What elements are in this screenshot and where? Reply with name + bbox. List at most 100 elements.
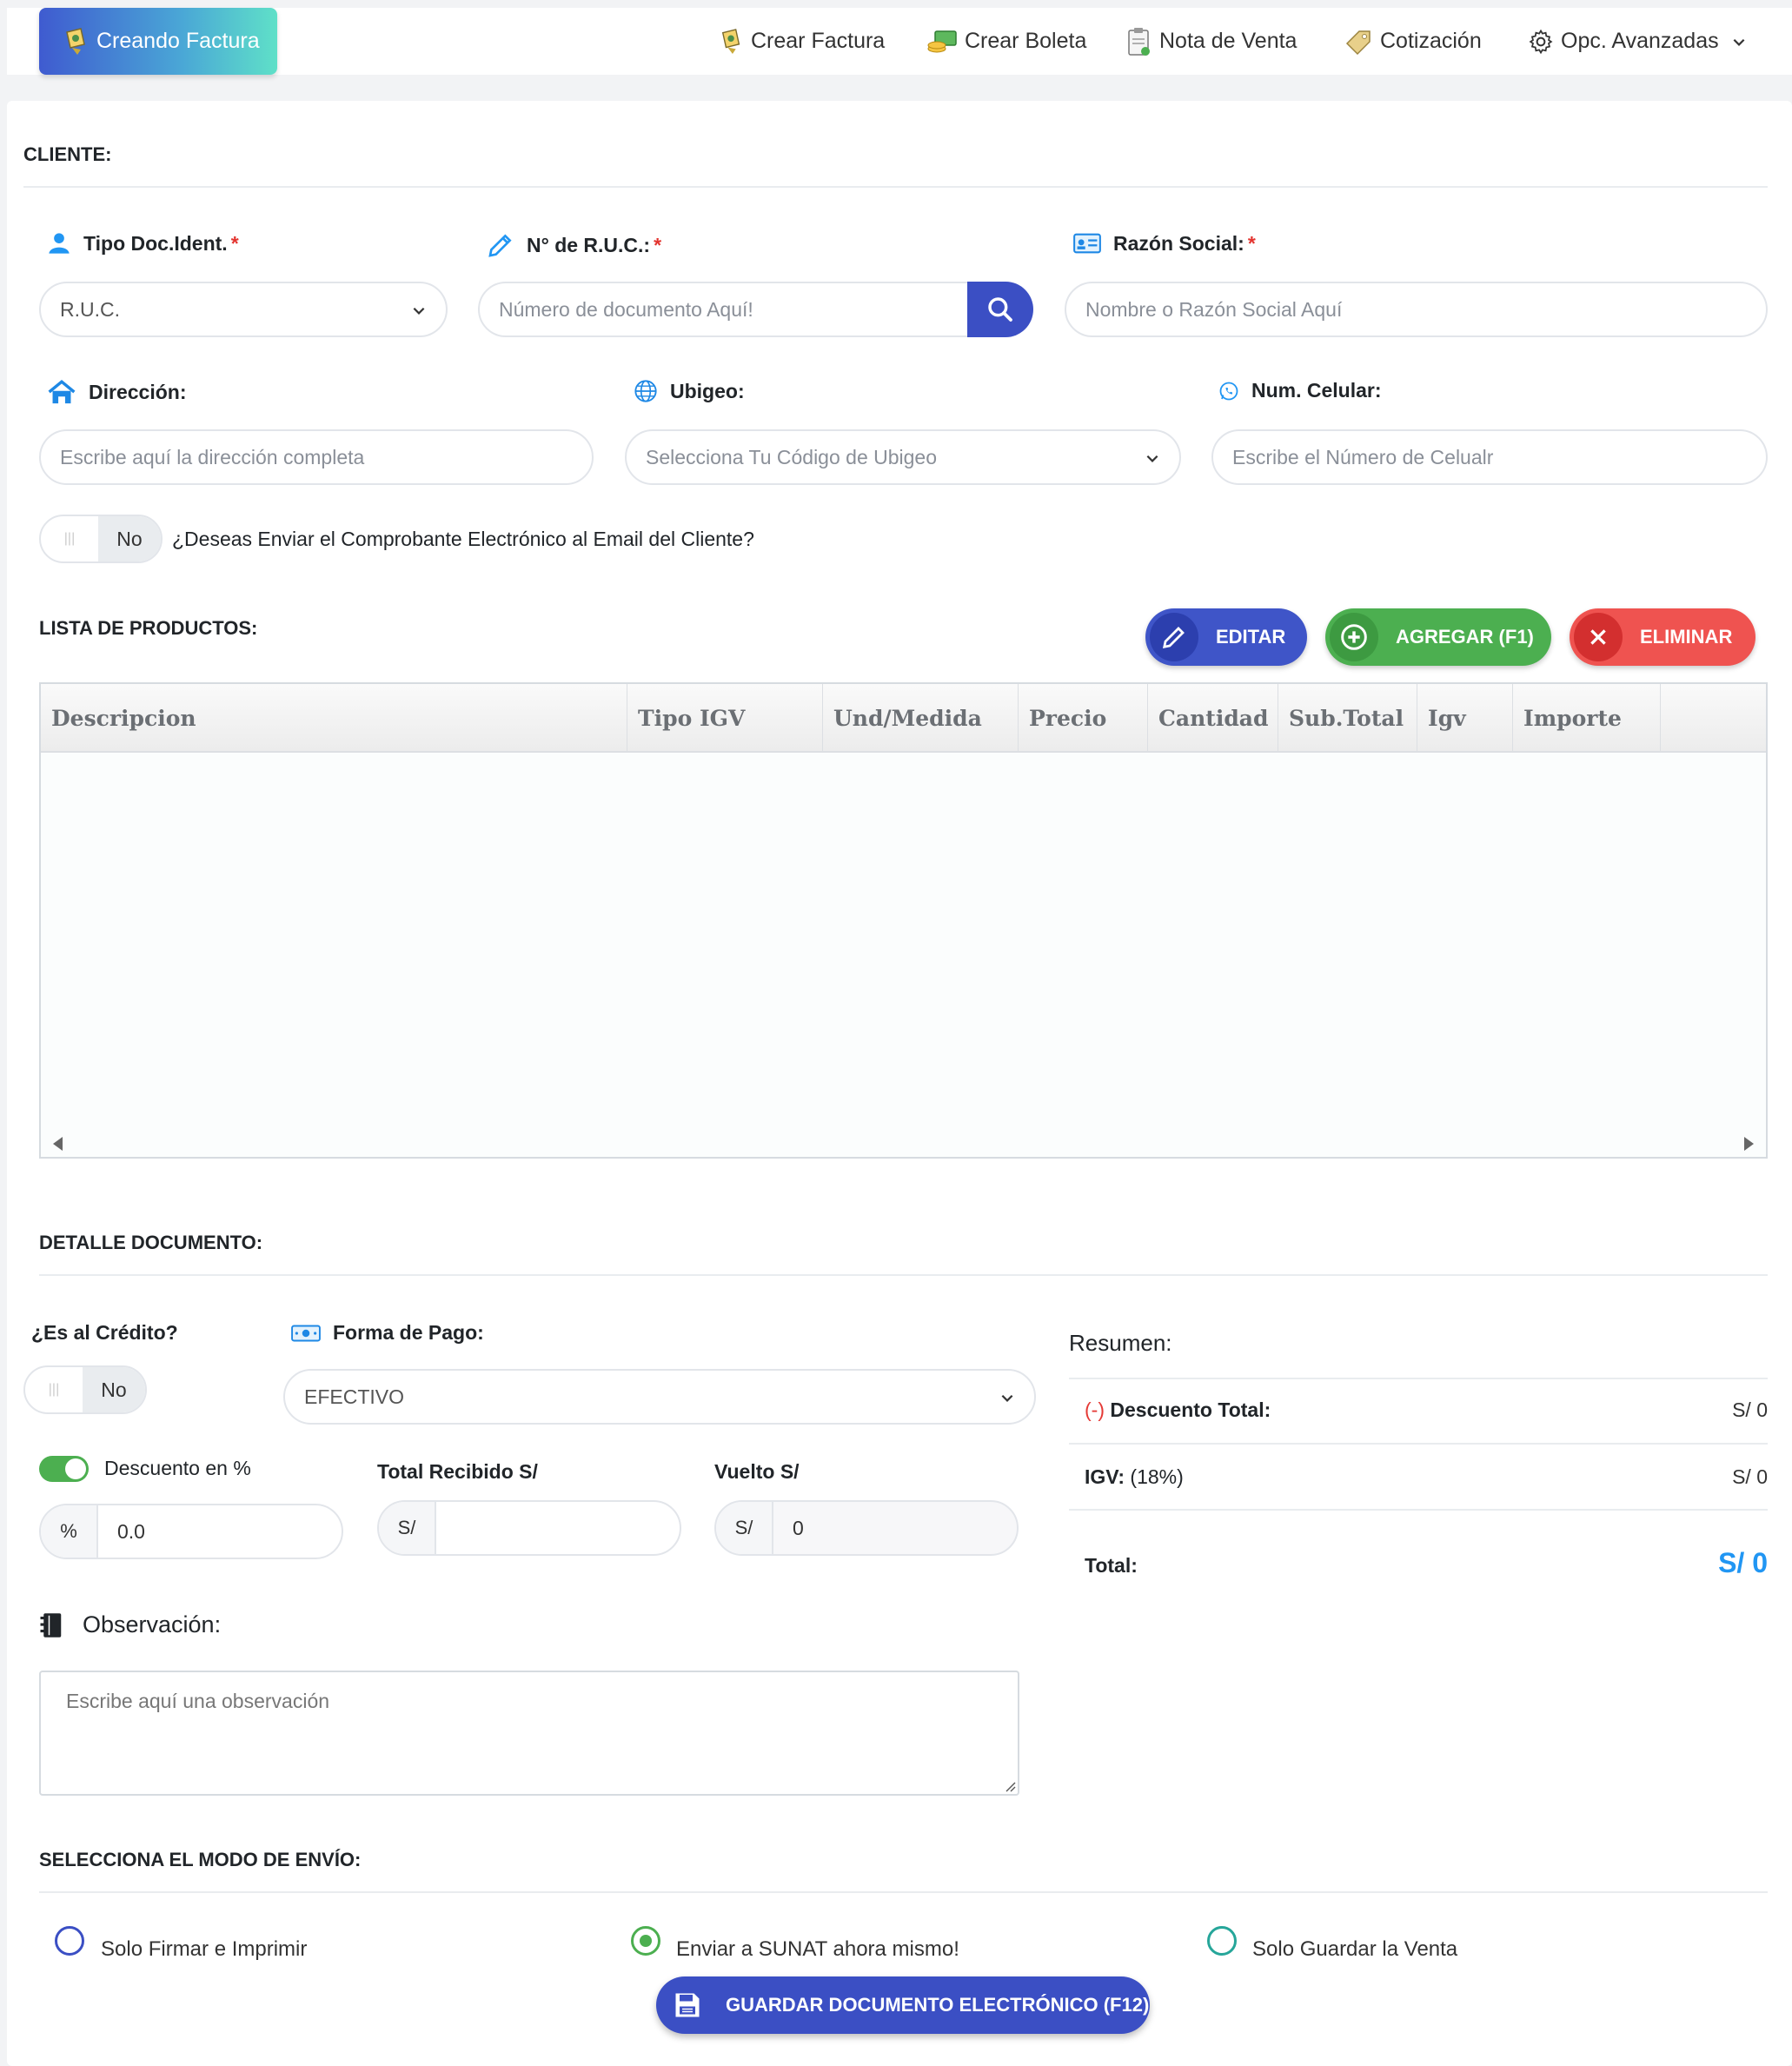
top-navbar: Creando Factura Crear Factura Crear Bole…: [7, 8, 1792, 75]
radio-firmar-imprimir[interactable]: [55, 1926, 84, 1956]
nav-cotizacion-label: Cotización: [1380, 29, 1482, 53]
direccion-label: Dirección:: [47, 379, 186, 405]
email-question: ¿Deseas Enviar el Comprobante Electrónic…: [172, 528, 754, 550]
nav-opc-avanzadas[interactable]: Opc. Avanzadas: [1528, 8, 1754, 75]
chevron-down-icon: [413, 307, 425, 315]
radio-solo-guardar[interactable]: [1207, 1926, 1237, 1956]
envio-title: SELECCIONA EL MODO DE ENVÍO:: [39, 1849, 362, 1870]
invoice-icon: [63, 27, 90, 63]
col-importe[interactable]: Importe: [1513, 684, 1661, 753]
nav-nota-venta[interactable]: Nota de Venta: [1126, 8, 1297, 75]
guardar-documento-button[interactable]: GUARDAR DOCUMENTO ELECTRÓNICO (F12): [656, 1976, 1150, 2034]
nav-nota-venta-label: Nota de Venta: [1159, 29, 1298, 53]
price-tag-icon: [1345, 30, 1371, 55]
floppy-disk-icon: [675, 1993, 700, 2017]
celular-input[interactable]: Escribe el Número de Celualr: [1211, 429, 1768, 485]
descuento-label: Descuento en %: [104, 1457, 251, 1479]
divider: [23, 186, 1768, 188]
money-bill-icon: [291, 1325, 321, 1341]
productos-title: LISTA DE PRODUCTOS:: [39, 617, 258, 639]
chevron-down-icon: [1001, 1394, 1013, 1402]
pencil-icon: [488, 234, 512, 257]
tipo-doc-label: Tipo Doc.Ident. *: [47, 231, 239, 256]
descuento-input[interactable]: % 0.0: [39, 1504, 343, 1559]
nav-crear-factura[interactable]: Crear Factura: [720, 8, 885, 75]
col-igv[interactable]: Igv: [1417, 684, 1513, 753]
igv-row: IGV: (18%) S/ 0: [1069, 1445, 1768, 1511]
products-table[interactable]: Descripcion Tipo IGV Und/Medida Precio C…: [39, 682, 1768, 1159]
brand-label: Creando Factura: [96, 29, 260, 53]
vuelto-label: Vuelto S/: [714, 1460, 800, 1483]
pencil-icon: [1150, 613, 1198, 661]
divider: [39, 1274, 1768, 1276]
radio-enviar-sunat[interactable]: [631, 1926, 660, 1956]
razon-social-input[interactable]: Nombre o Razón Social Aquí: [1065, 282, 1768, 337]
igv-value: S/ 0: [1732, 1465, 1768, 1488]
globe-icon: [634, 380, 657, 402]
col-subtotal[interactable]: Sub.Total: [1278, 684, 1417, 753]
ubigeo-select[interactable]: Selecciona Tu Código de Ubigeo: [625, 429, 1181, 485]
ubigeo-label: Ubigeo:: [634, 379, 745, 403]
search-icon: [988, 297, 1012, 322]
close-icon: [1574, 613, 1623, 661]
invoice-icon: [721, 28, 740, 54]
resumen-title: Resumen:: [1069, 1330, 1172, 1356]
agregar-button[interactable]: AGREGAR (F1): [1325, 608, 1551, 666]
col-cantidad[interactable]: Cantidad: [1148, 684, 1278, 753]
whatsapp-icon: [1219, 382, 1238, 400]
editar-button[interactable]: EDITAR: [1145, 608, 1307, 666]
total-recibido-label: Total Recibido S/: [377, 1460, 538, 1483]
total-value: S/ 0: [1718, 1547, 1768, 1578]
chevron-down-icon: [1146, 455, 1158, 462]
scroll-left-arrow-icon[interactable]: [51, 1136, 65, 1152]
descuento-total-row: (-) Descuento Total: S/ 0: [1069, 1378, 1768, 1445]
home-icon: [48, 380, 76, 404]
radio-solo-guardar-label: Solo Guardar la Venta: [1252, 1937, 1458, 1961]
detalle-title: DETALLE DOCUMENTO:: [39, 1232, 263, 1253]
toggle-knob: |||: [63, 531, 76, 546]
divider: [39, 1891, 1768, 1893]
col-descripcion[interactable]: Descripcion: [41, 684, 627, 753]
scroll-right-arrow-icon[interactable]: [1742, 1136, 1755, 1152]
observacion-textarea[interactable]: Escribe aquí una observación: [39, 1671, 1019, 1796]
user-icon: [49, 233, 70, 254]
notebook-icon: [40, 1612, 62, 1638]
col-und-medida[interactable]: Und/Medida: [823, 684, 1019, 753]
nav-crear-boleta-label: Crear Boleta: [965, 29, 1087, 53]
resize-handle-icon[interactable]: [1004, 1780, 1016, 1792]
brand-button[interactable]: Creando Factura: [39, 8, 277, 75]
direccion-input[interactable]: Escribe aquí la dirección completa: [39, 429, 594, 485]
nav-cotizacion[interactable]: Cotización: [1344, 8, 1482, 75]
ruc-input[interactable]: Número de documento Aquí!: [478, 282, 999, 337]
credito-label: ¿Es al Crédito?: [31, 1321, 178, 1344]
descuento-total-value: S/ 0: [1732, 1398, 1768, 1421]
radio-firmar-imprimir-label: Solo Firmar e Imprimir: [101, 1937, 308, 1961]
id-card-icon: [1073, 233, 1101, 254]
col-tipo-igv[interactable]: Tipo IGV: [627, 684, 823, 753]
tipo-doc-select[interactable]: R.U.C.: [39, 282, 448, 337]
clipboard-icon: [1128, 27, 1150, 56]
forma-pago-label: Forma de Pago:: [291, 1321, 484, 1345]
col-precio[interactable]: Precio: [1019, 684, 1148, 753]
nav-crear-boleta[interactable]: Crear Boleta: [926, 8, 1086, 75]
radio-enviar-sunat-label: Enviar a SUNAT ahora mismo!: [676, 1937, 959, 1961]
email-toggle[interactable]: ||| No: [39, 515, 163, 563]
vuelto-input: S/ 0: [714, 1500, 1019, 1556]
total-recibido-input[interactable]: S/: [377, 1500, 681, 1556]
descuento-switch[interactable]: [39, 1456, 89, 1482]
ruc-label: N° de R.U.C.: *: [487, 231, 661, 259]
toggle-knob: |||: [48, 1382, 60, 1397]
radio-dot: [640, 1935, 652, 1947]
plus-circle-icon: [1330, 613, 1378, 661]
razon-social-label: Razón Social: *: [1073, 231, 1256, 256]
observacion-label: Observación:: [39, 1611, 221, 1638]
money-icon: [927, 30, 957, 52]
switch-knob: [65, 1458, 86, 1479]
total-row: Total: S/ 0: [1085, 1547, 1768, 1578]
forma-pago-select[interactable]: EFECTIVO: [283, 1369, 1036, 1425]
eliminar-button[interactable]: ELIMINAR: [1570, 608, 1755, 666]
search-ruc-button[interactable]: [967, 282, 1033, 337]
credito-toggle[interactable]: ||| No: [23, 1365, 147, 1414]
cliente-title: CLIENTE:: [23, 143, 112, 165]
celular-label: Num. Celular:: [1218, 379, 1382, 402]
